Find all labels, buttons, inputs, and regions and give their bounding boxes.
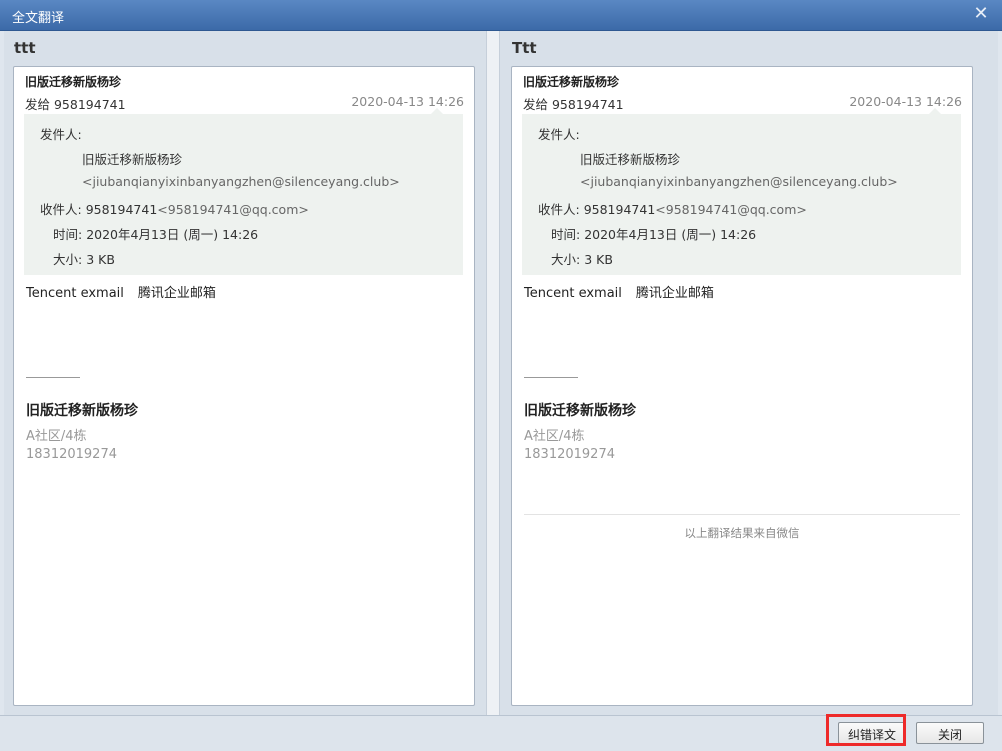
signature-name: 旧版迁移新版杨珍 [26,403,138,419]
size-value: 3 KB [86,252,115,267]
recipient-email: <958194741@qq.com> [157,202,309,217]
mail-card[interactable]: 旧版迁移新版杨珍 发给 958194741 2020-04-13 14:26 发… [511,66,973,706]
highlight-box [826,714,906,746]
size-row: 大小: 3 KB [53,249,115,268]
recipient-label: 收件人: [538,202,580,217]
close-icon[interactable]: ✕ [970,3,992,25]
original-pane: ttt 旧版迁移新版杨珍 发给 958194741 2020-04-13 14:… [4,31,482,715]
size-value: 3 KB [584,252,613,267]
sender-name: 旧版迁移新版杨珍 [580,152,681,167]
mail-body: Tencent exmail 腾讯企业邮箱 [26,282,216,301]
mail-header-details: 发件人: 旧版迁移新版杨珍 <jiubanqianyixinbanyangzhe… [522,108,961,275]
mail-card[interactable]: 旧版迁移新版杨珍 发给 958194741 2020-04-13 14:26 发… [13,66,475,706]
window-title: 全文翻译 [12,11,65,26]
title-bar: 全文翻译 ✕ [0,0,1002,31]
signature-divider [26,377,80,378]
signature-address: A社区/4栋 [26,429,87,444]
recipient-email: <958194741@qq.com> [655,202,807,217]
signature-phone: 18312019274 [524,447,615,462]
mail-body: Tencent exmail 腾讯企业邮箱 [524,282,714,301]
translation-divider [524,514,960,515]
body-brand-en: Tencent exmail [26,286,124,301]
pane-splitter[interactable] [486,31,500,715]
size-label: 大小: [551,252,581,267]
mail-date: 2020-04-13 14:26 [849,94,962,109]
pane-title: Ttt [512,39,537,57]
time-label: 时间: [53,227,83,242]
recipient-name: 958194741 [85,202,158,217]
time-label: 时间: [551,227,581,242]
mail-subject: 旧版迁移新版杨珍 [523,75,620,89]
mail-header-details: 发件人: 旧版迁移新版杨珍 <jiubanqianyixinbanyangzhe… [24,108,463,275]
sender-email: <jiubanqianyixinbanyangzhen@silenceyang.… [580,174,898,189]
dialog-content: ttt 旧版迁移新版杨珍 发给 958194741 2020-04-13 14:… [4,31,998,715]
time-row: 时间: 2020年4月13日 (周一) 14:26 [551,224,756,243]
close-button[interactable]: 关闭 [916,722,984,744]
header-notch [431,108,443,114]
signature-divider [524,377,578,378]
recipient-name: 958194741 [583,202,656,217]
recipient-row: 收件人: 958194741<958194741@qq.com> [40,199,309,218]
signature-address: A社区/4栋 [524,429,585,444]
translation-source-note: 以上翻译结果来自微信 [684,526,800,540]
translated-pane: Ttt 旧版迁移新版杨珍 发给 958194741 2020-04-13 14:… [502,31,980,715]
recipient-label: 收件人: [40,202,82,217]
time-row: 时间: 2020年4月13日 (周一) 14:26 [53,224,258,243]
signature-phone: 18312019274 [26,447,117,462]
mail-to: 发给 958194741 [25,97,126,112]
mail-to: 发给 958194741 [523,97,624,112]
time-value: 2020年4月13日 (周一) 14:26 [86,227,259,242]
body-brand-cn: 腾讯企业邮箱 [635,286,714,301]
header-notch [929,108,941,114]
size-label: 大小: [53,252,83,267]
sender-label: 发件人: [40,127,82,142]
body-brand-en: Tencent exmail [524,286,622,301]
size-row: 大小: 3 KB [551,249,613,268]
mail-date: 2020-04-13 14:26 [351,94,464,109]
signature-name: 旧版迁移新版杨珍 [524,403,636,419]
sender-email: <jiubanqianyixinbanyangzhen@silenceyang.… [82,174,400,189]
pane-title: ttt [14,39,36,57]
sender-label: 发件人: [538,127,580,142]
time-value: 2020年4月13日 (周一) 14:26 [584,227,757,242]
body-brand-cn: 腾讯企业邮箱 [137,286,216,301]
mail-subject: 旧版迁移新版杨珍 [25,75,122,89]
recipient-row: 收件人: 958194741<958194741@qq.com> [538,199,807,218]
sender-name: 旧版迁移新版杨珍 [82,152,183,167]
